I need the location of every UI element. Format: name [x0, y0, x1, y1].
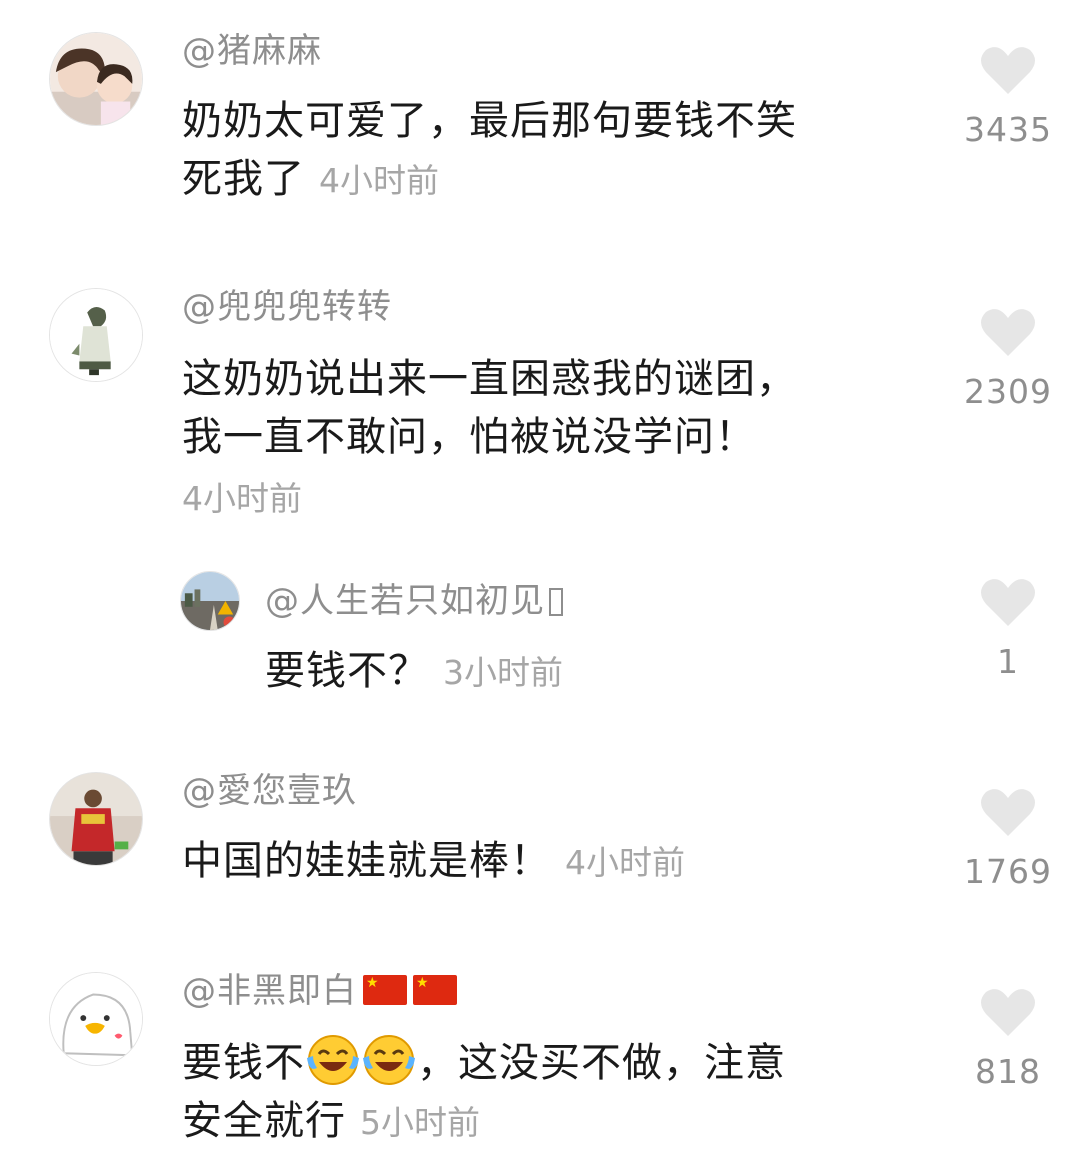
comment-text-line: 要钱不 ，这没买不做，注意 — [182, 1032, 902, 1092]
heart-icon — [981, 309, 1035, 356]
timestamp: 4小时前 — [565, 843, 685, 882]
comment-text: 奶奶太可爱了，最后那句要钱不笑 死我了 4小时前 — [182, 92, 902, 210]
like-button[interactable]: 1 — [948, 576, 1068, 681]
comment-text-line: 要钱不？ 3小时前 — [265, 642, 885, 702]
timestamp: 4小时前 — [182, 479, 302, 518]
username-text: @人生若只如初见 — [265, 581, 545, 621]
reply-item: @人生若只如初见 要钱不？ 3小时前 1 — [0, 550, 1080, 760]
timestamp: 5小时前 — [360, 1103, 480, 1142]
username[interactable]: @人生若只如初见 — [265, 580, 563, 622]
like-button[interactable]: 3435 — [948, 44, 1068, 149]
heart-icon — [981, 579, 1035, 626]
comment-text: 中国的娃娃就是棒！ 4小时前 — [182, 832, 902, 892]
timestamp: 4小时前 — [319, 161, 439, 200]
comment-text-line: 奶奶太可爱了，最后那句要钱不笑 — [182, 98, 797, 144]
username[interactable]: @非黑即白 — [182, 970, 457, 1012]
comment-text-fragment: 安全就行 — [182, 1098, 346, 1144]
comment-item: @非黑即白 要钱不 ，这没买不做，注意 安全就行 5小时前 818 — [0, 960, 1080, 1166]
comment-text-fragment: 死我了 — [182, 156, 305, 202]
username-text: @非黑即白 — [182, 971, 357, 1011]
avatar-image — [50, 289, 142, 381]
comment-text-fragment: 中国的娃娃就是棒！ — [182, 838, 551, 884]
avatar[interactable] — [180, 571, 240, 631]
avatar-image — [181, 572, 239, 630]
comment-text: 要钱不？ 3小时前 — [265, 642, 885, 702]
like-count: 2309 — [964, 372, 1052, 411]
heart-icon — [981, 789, 1035, 836]
comment-text: 要钱不 ，这没买不做，注意 安全就行 5小时前 — [182, 1032, 902, 1152]
crying-laughing-emoji-icon — [305, 1032, 361, 1086]
comment-text-line: 死我了 4小时前 — [182, 150, 902, 210]
comment-text-line: 这奶奶说出来一直困惑我的谜团， — [182, 356, 797, 402]
like-count: 1769 — [964, 852, 1052, 891]
avatar[interactable] — [49, 32, 143, 126]
like-count: 3435 — [964, 110, 1052, 149]
like-button[interactable]: 2309 — [948, 306, 1068, 411]
like-count: 818 — [975, 1052, 1041, 1091]
avatar-image — [50, 773, 142, 865]
heart-icon — [981, 47, 1035, 94]
comment-text-line: 中国的娃娃就是棒！ 4小时前 — [182, 832, 902, 892]
avatar-image — [50, 33, 142, 125]
avatar[interactable] — [49, 972, 143, 1066]
comment-text-fragment: 要钱不？ — [265, 648, 429, 694]
timestamp: 3小时前 — [443, 653, 563, 692]
username[interactable]: @愛您壹玖 — [182, 770, 357, 812]
comment-text-line: 安全就行 5小时前 — [182, 1092, 902, 1152]
avatar[interactable] — [49, 288, 143, 382]
comment-text: 这奶奶说出来一直困惑我的谜团， 我一直不敢问，怕被说没学问！ — [182, 350, 902, 466]
avatar[interactable] — [49, 772, 143, 866]
username[interactable]: @猪麻麻 — [182, 30, 322, 72]
comment-text-line: 我一直不敢问，怕被说没学问！ — [182, 414, 756, 460]
like-count: 1 — [997, 642, 1019, 681]
avatar-image — [50, 973, 142, 1065]
comment-text-fragment: 要钱不 — [182, 1040, 305, 1086]
username[interactable]: @兜兜兜转转 — [182, 286, 392, 328]
missing-glyph-icon — [549, 588, 563, 616]
heart-icon — [981, 989, 1035, 1036]
crying-laughing-emoji-icon — [361, 1032, 417, 1086]
china-flag-icon — [363, 973, 407, 1005]
like-button[interactable]: 1769 — [948, 786, 1068, 891]
like-button[interactable]: 818 — [948, 986, 1068, 1091]
comment-text-fragment: ，这没买不做，注意 — [417, 1040, 786, 1086]
comment-item: @猪麻麻 奶奶太可爱了，最后那句要钱不笑 死我了 4小时前 3435 — [0, 0, 1080, 250]
comment-item: @兜兜兜转转 这奶奶说出来一直困惑我的谜团， 我一直不敢问，怕被说没学问！ 4小… — [0, 250, 1080, 550]
china-flag-icon — [413, 973, 457, 1005]
comment-item: @愛您壹玖 中国的娃娃就是棒！ 4小时前 1769 — [0, 760, 1080, 960]
